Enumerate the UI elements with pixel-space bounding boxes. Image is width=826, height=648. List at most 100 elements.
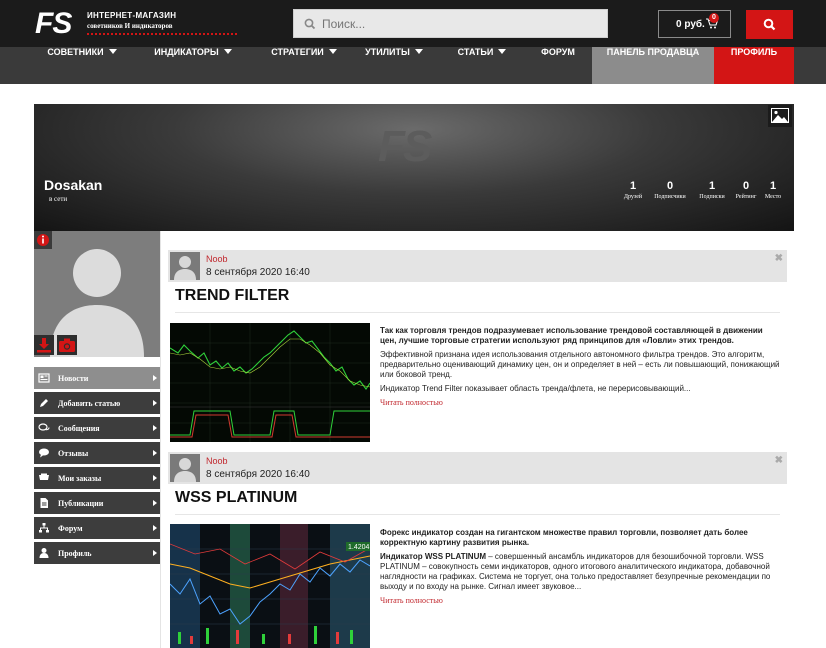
online-status: в сети xyxy=(49,195,68,203)
close-icon[interactable]: ✖ xyxy=(775,253,783,264)
sidebar-item-news[interactable]: Новости xyxy=(34,367,160,389)
cart-count-badge: 0 xyxy=(709,13,719,23)
sidebar-item-messages[interactable]: Сообщения xyxy=(34,417,160,439)
post-author-link[interactable]: Noob xyxy=(206,254,228,264)
nav-item-strategies[interactable]: СТРАТЕГИИ xyxy=(254,47,354,84)
read-more-link[interactable]: Читать полностью xyxy=(380,596,780,605)
comment-icon xyxy=(39,448,49,458)
sidebar-item-label: Добавить статью xyxy=(58,399,121,408)
sidebar-item-profile[interactable]: Профиль xyxy=(34,542,160,564)
nav-label: ПАНЕЛЬ ПРОДАВЦА xyxy=(606,47,700,57)
post-title[interactable]: TREND FILTER xyxy=(175,287,289,305)
stat-value: 0 xyxy=(666,180,674,192)
cover-watermark: FS xyxy=(378,122,432,171)
download-avatar-button[interactable] xyxy=(34,335,54,355)
caret-down-icon xyxy=(108,49,117,54)
post-highlight: Индикатор WSS PLATINUM xyxy=(380,552,487,561)
post-thumbnail[interactable] xyxy=(170,323,370,442)
post-lead: Форекс индикатор создан на гигантском мн… xyxy=(380,528,748,547)
sidebar-item-label: Отзывы xyxy=(58,449,89,458)
change-cover-button[interactable] xyxy=(768,105,792,127)
info-icon xyxy=(37,234,49,246)
post-author-link[interactable]: Noob xyxy=(206,456,228,466)
nav-label: ИНДИКАТОРЫ xyxy=(154,47,219,57)
profile-sidebar-menu: Новости Добавить статью Сообщения Отзывы… xyxy=(34,367,160,567)
cart-button[interactable]: 0 руб. 0 xyxy=(658,10,731,38)
post-title[interactable]: WSS PLATINUM xyxy=(175,489,297,507)
top-header: FS ИНТЕРНЕТ-МАГАЗИН советников И индикат… xyxy=(0,0,826,47)
caret-down-icon xyxy=(414,49,423,54)
sitemap-icon xyxy=(39,523,49,533)
feed-post: Noob 8 сентября 2020 16:40 ✖ TREND FILTE… xyxy=(168,250,787,445)
stat-value: 1 xyxy=(769,180,777,192)
profile-cover: FS Dosakan в сети 1 Друзей 0 Подписчики 1 П… xyxy=(34,104,794,231)
nav-label: УТИЛИТЫ xyxy=(365,47,410,57)
chevron-right-icon xyxy=(153,475,157,481)
stat-label: Подписчики xyxy=(654,194,686,200)
sidebar-item-label: Публикации xyxy=(58,499,104,508)
nav-item-seller-panel[interactable]: ПАНЕЛЬ ПРОДАВЦА xyxy=(592,47,714,84)
image-icon xyxy=(771,108,789,123)
document-icon xyxy=(40,498,48,508)
info-button[interactable] xyxy=(34,231,52,249)
sidebar-item-publications[interactable]: Публикации xyxy=(34,492,160,514)
nav-label: ФОРУМ xyxy=(541,47,575,57)
sidebar-item-label: Мои заказы xyxy=(58,474,102,483)
default-user-silhouette xyxy=(170,252,200,280)
search-input[interactable] xyxy=(322,10,602,37)
stat-label: Место xyxy=(764,194,782,200)
sidebar-item-label: Сообщения xyxy=(58,424,100,433)
search-button[interactable] xyxy=(746,10,793,39)
sidebar-item-reviews[interactable]: Отзывы xyxy=(34,442,160,464)
stat-friends[interactable]: 1 Друзей xyxy=(613,180,653,200)
post-excerpt: Форекс индикатор создан на гигантском мн… xyxy=(380,528,780,605)
chevron-right-icon xyxy=(153,550,157,556)
nav-item-indicators[interactable]: ИНДИКАТОРЫ xyxy=(141,47,245,84)
post-date: 8 сентября 2020 16:40 xyxy=(206,469,310,480)
caret-down-icon xyxy=(223,49,232,54)
search-box xyxy=(293,9,608,38)
logo-subtitle: советников И индикаторов xyxy=(87,22,173,30)
nav-label: СОВЕТНИКИ xyxy=(47,47,104,57)
stat-followers[interactable]: 0 Подписчики xyxy=(650,180,690,200)
close-icon[interactable]: ✖ xyxy=(775,455,783,466)
post-excerpt: Так как торговля трендов подразумевает и… xyxy=(380,326,780,407)
nav-label: СТРАТЕГИИ xyxy=(271,47,324,57)
post-paragraph: Эффективной признана идея использования … xyxy=(380,350,780,379)
search-icon xyxy=(304,18,316,30)
main-nav: СОВЕТНИКИ ИНДИКАТОРЫ СТРАТЕГИИ УТИЛИТЫ С… xyxy=(0,47,826,84)
chat-icon xyxy=(38,423,50,431)
nav-item-articles[interactable]: СТАТЬИ xyxy=(448,47,516,84)
post-lead: Так как торговля трендов подразумевает и… xyxy=(380,326,763,345)
cart-icon xyxy=(39,473,49,480)
logo-mark: FS xyxy=(35,7,72,40)
nav-item-profile[interactable]: ПРОФИЛЬ xyxy=(714,47,794,84)
post-header: Noob 8 сентября 2020 16:40 ✖ xyxy=(168,452,787,484)
change-avatar-button[interactable] xyxy=(57,335,77,355)
cart-amount: 0 руб. xyxy=(676,19,705,30)
sidebar-item-orders[interactable]: Мои заказы xyxy=(34,467,160,489)
read-more-link[interactable]: Читать полностью xyxy=(380,398,780,407)
post-thumbnail[interactable]: 1.4204 xyxy=(170,524,370,648)
nav-item-forum[interactable]: ФОРУМ xyxy=(530,47,586,84)
indicator-chart-image xyxy=(170,323,370,442)
sidebar-item-forum[interactable]: Форум xyxy=(34,517,160,539)
caret-down-icon xyxy=(328,49,337,54)
author-avatar[interactable] xyxy=(170,252,200,280)
post-paragraph: Индикатор Trend Filter показывает област… xyxy=(380,384,691,393)
caret-down-icon xyxy=(498,49,507,54)
chevron-right-icon xyxy=(153,400,157,406)
site-logo[interactable]: FS ИНТЕРНЕТ-МАГАЗИН советников И индикат… xyxy=(35,7,237,40)
search-icon xyxy=(763,18,776,31)
sidebar-item-add-article[interactable]: Добавить статью xyxy=(34,392,160,414)
chart-price-label: 1.4204 xyxy=(348,544,370,551)
title-divider xyxy=(175,312,780,313)
author-avatar[interactable] xyxy=(170,454,200,482)
chevron-right-icon xyxy=(153,425,157,431)
profile-username: Dosakan xyxy=(44,177,103,193)
profile-avatar xyxy=(34,231,160,357)
default-user-silhouette xyxy=(170,454,200,482)
post-date: 8 сентября 2020 16:40 xyxy=(206,267,310,278)
nav-item-advisors[interactable]: СОВЕТНИКИ xyxy=(36,47,128,84)
nav-item-utilities[interactable]: УТИЛИТЫ xyxy=(354,47,434,84)
